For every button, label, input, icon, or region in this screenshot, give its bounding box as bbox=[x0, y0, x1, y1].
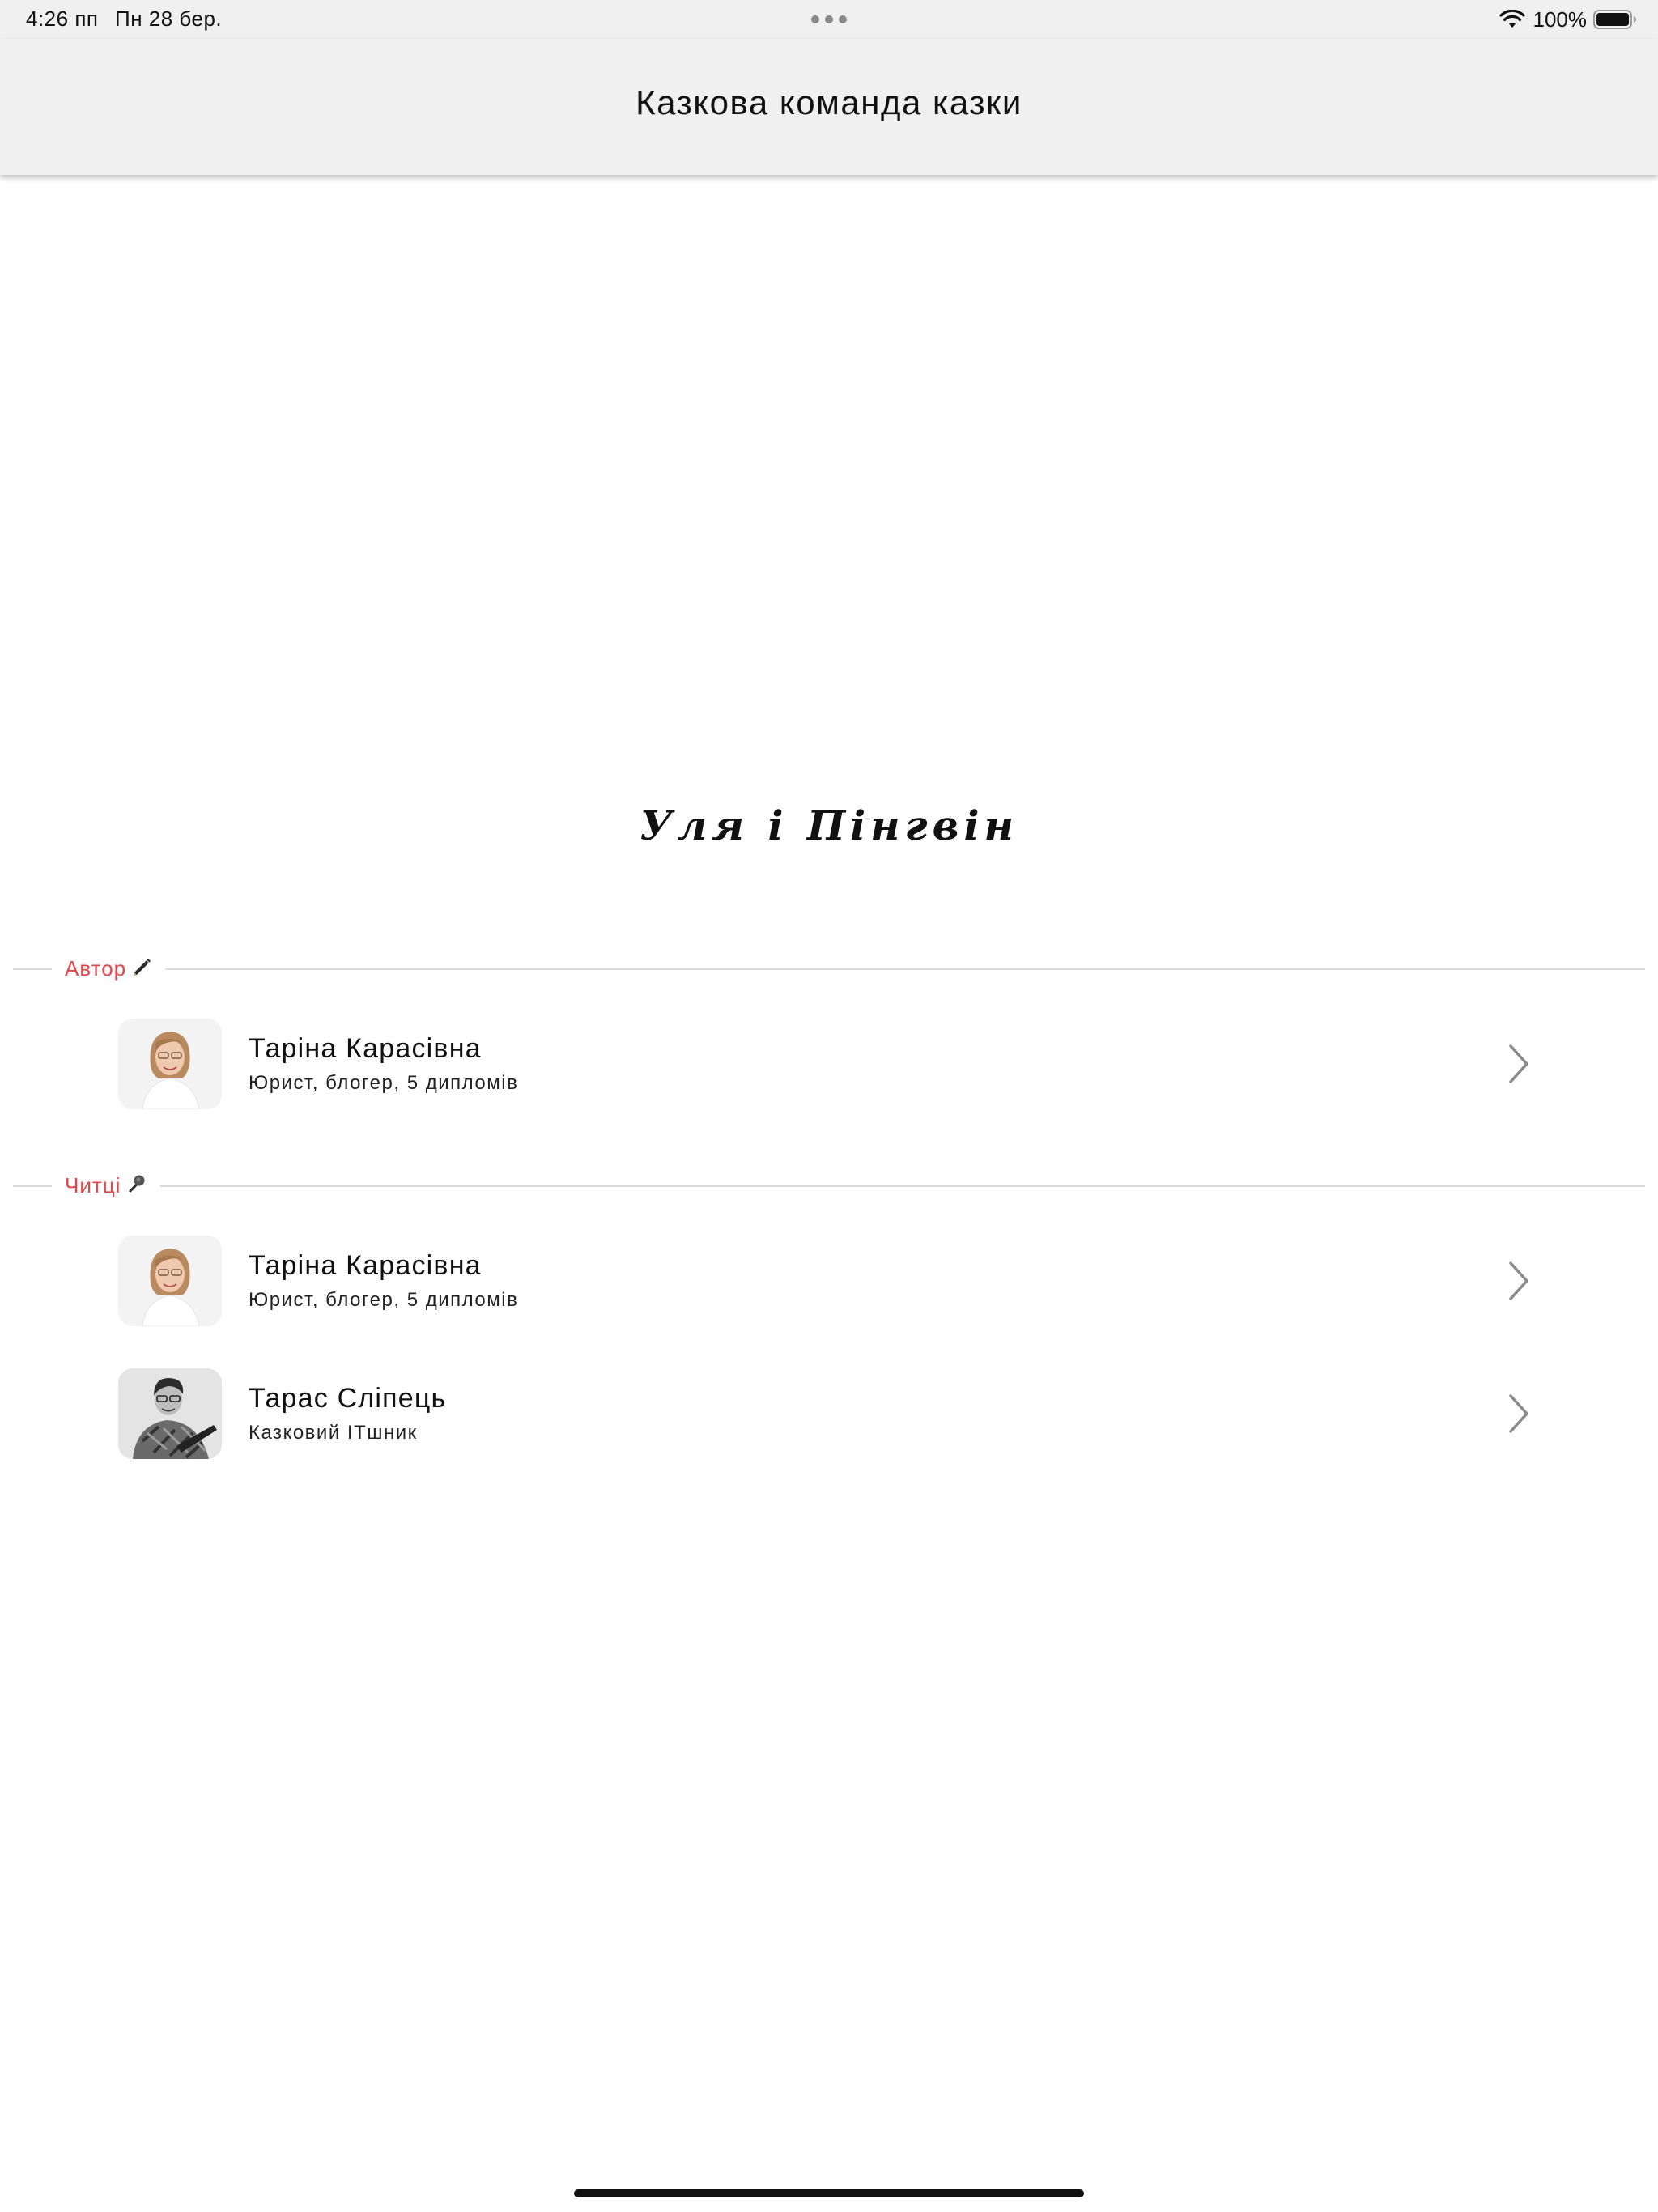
home-indicator[interactable] bbox=[574, 2189, 1084, 2197]
pen-icon bbox=[134, 959, 151, 976]
battery-icon bbox=[1593, 10, 1636, 29]
woman-photo-icon bbox=[118, 1019, 222, 1109]
person-row-reader-0[interactable]: Таріна Карасівна Юрист, блогер, 5 диплом… bbox=[0, 1232, 1658, 1329]
nav-title: Казкова команда казки bbox=[636, 83, 1022, 121]
person-name: Тарас Сліпець bbox=[249, 1383, 447, 1414]
app-screen: 4:26 пп Пн 28 бер. 100% Казкова команда … bbox=[0, 0, 1658, 2212]
divider bbox=[160, 1185, 1645, 1187]
status-date: Пн 28 бер. bbox=[115, 6, 223, 31]
chevron-right-icon bbox=[1509, 1261, 1528, 1300]
multitasking-dots-icon[interactable] bbox=[811, 15, 847, 23]
person-description: Юрист, блогер, 5 дипломів bbox=[249, 1072, 519, 1094]
woman-photo-icon bbox=[118, 1236, 222, 1326]
status-bar: 4:26 пп Пн 28 бер. 100% bbox=[0, 0, 1658, 39]
section-label-readers: Читці bbox=[65, 1173, 121, 1197]
person-row-reader-1[interactable]: Тарас Сліпець Казковий ІТшник bbox=[0, 1365, 1658, 1462]
chevron-right-icon bbox=[1509, 1044, 1528, 1083]
status-time: 4:26 пп bbox=[26, 6, 99, 31]
section-label-author: Автор bbox=[65, 956, 127, 981]
divider bbox=[13, 968, 52, 970]
battery-percentage: 100% bbox=[1533, 6, 1588, 32]
story-title: Уля і Пінгвін bbox=[640, 802, 1018, 849]
microphone-icon bbox=[129, 1175, 145, 1193]
divider bbox=[13, 1185, 52, 1187]
section-header-readers: Читці bbox=[0, 1170, 1658, 1202]
person-description: Юрист, блогер, 5 дипломів bbox=[249, 1289, 519, 1311]
divider bbox=[165, 968, 1645, 970]
navigation-bar: Казкова команда казки bbox=[0, 39, 1658, 175]
person-name: Таріна Карасівна bbox=[249, 1250, 482, 1281]
person-description: Казковий ІТшник bbox=[249, 1422, 418, 1444]
section-header-author: Автор bbox=[0, 953, 1658, 985]
person-row-author-0[interactable]: Таріна Карасівна Юрист, блогер, 5 диплом… bbox=[0, 1015, 1658, 1112]
person-name: Таріна Карасівна bbox=[249, 1033, 482, 1064]
wifi-icon bbox=[1499, 10, 1525, 28]
man-photo-icon bbox=[118, 1368, 222, 1459]
status-indicators: 100% bbox=[1499, 5, 1638, 34]
chevron-right-icon bbox=[1509, 1394, 1528, 1433]
